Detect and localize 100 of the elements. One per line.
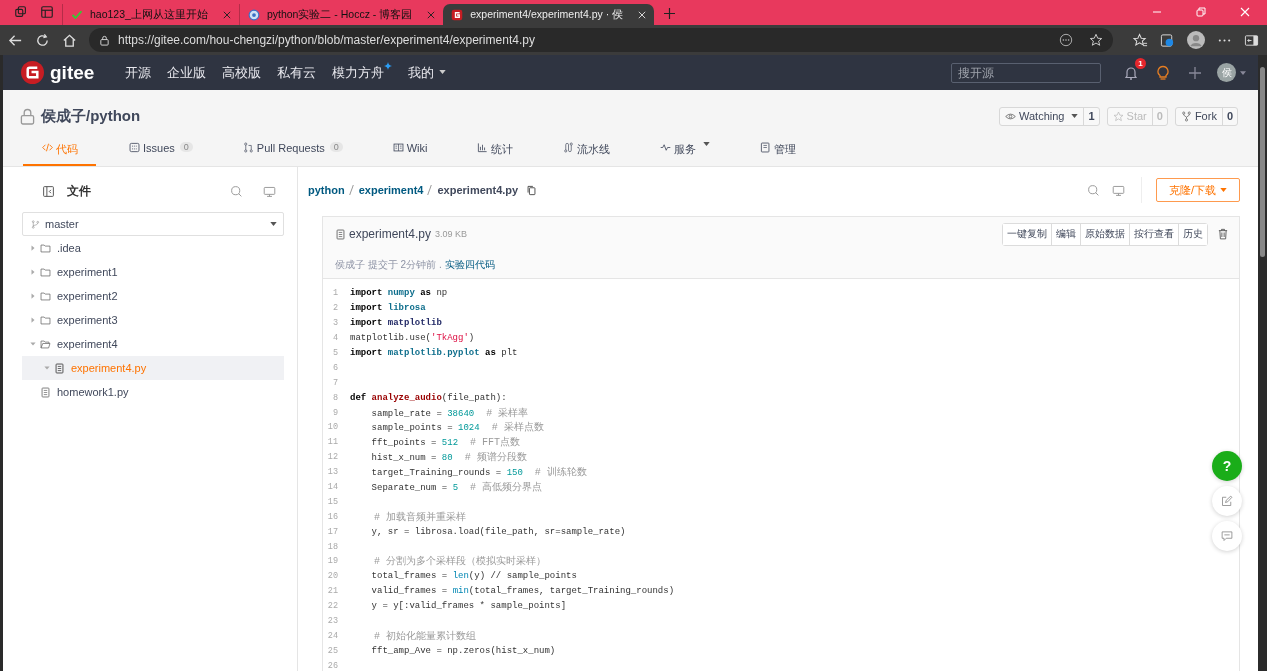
commit-message-link[interactable]: 实验四代码 (444, 258, 495, 272)
file-name: experiment4.py (349, 227, 432, 241)
breadcrumb-link[interactable]: python (308, 184, 345, 196)
nav-link[interactable]: 我的 (408, 63, 447, 82)
favorites-icon[interactable] (1133, 32, 1148, 48)
nav-link[interactable]: 模力方舟 (332, 63, 393, 82)
branch-select[interactable]: master (22, 212, 284, 236)
notification-badge: 1 (1135, 57, 1146, 69)
code-line: hist_x_num = 80 # 频谱分段数 (370, 450, 527, 465)
repo-action-button[interactable]: Watching 1 (999, 106, 1100, 126)
nav-link[interactable]: 企业版 (167, 63, 207, 82)
repo-action-button[interactable]: Fork 0 (1174, 106, 1238, 126)
line-number: 14 (326, 482, 338, 492)
caret-icon (30, 269, 36, 275)
more-icon[interactable] (1059, 33, 1073, 47)
copy-icon[interactable] (526, 184, 538, 196)
trash-icon[interactable] (1217, 228, 1229, 240)
browser-icon[interactable] (1160, 32, 1175, 48)
code-line: def analyze_audio(file_path): (350, 392, 507, 403)
sparkle-icon (384, 61, 393, 70)
search-field[interactable]: 搜开源 (951, 62, 1101, 83)
file-tree-item[interactable]: experiment4 (22, 332, 284, 356)
line-number: 12 (326, 452, 338, 463)
issues-icon (129, 142, 140, 153)
line-number: 20 (326, 571, 338, 582)
file-tree-item[interactable]: experiment2 (22, 284, 284, 308)
line-number: 2 (331, 303, 338, 314)
line-number: 6 (331, 362, 338, 373)
panel-title: 文件 (67, 182, 91, 200)
scrollbar[interactable] (1258, 55, 1267, 671)
code-line: # 初始化能量累计数组 (373, 629, 476, 643)
line-number: 21 (326, 586, 338, 597)
folder-icon (40, 266, 51, 278)
repo-tab[interactable]: Wiki (374, 142, 445, 166)
monitor-icon[interactable] (1111, 183, 1125, 197)
code-line: fft_points = 512 # FFT点数 (370, 435, 521, 450)
search-icon[interactable] (1086, 183, 1100, 197)
repo-title[interactable]: 侯成子/python (41, 106, 141, 126)
workspaces-icon[interactable] (14, 5, 28, 19)
collapse-panel-icon[interactable] (42, 184, 55, 198)
nav-link[interactable]: 私有云 (277, 63, 317, 82)
file-tree-item[interactable]: .idea (22, 236, 284, 260)
fork-icon (1180, 110, 1192, 122)
profile-avatar-icon[interactable] (1187, 31, 1205, 49)
search-icon[interactable] (230, 184, 243, 198)
repo-tab[interactable]: 服务 (642, 142, 728, 166)
file-tree-item[interactable]: experiment3 (22, 308, 284, 332)
pull-request-icon (242, 142, 254, 153)
line-number: 7 (331, 377, 338, 388)
file-tree-item[interactable]: experiment1 (22, 260, 284, 284)
file-action-button[interactable]: 历史 (1178, 223, 1207, 245)
document-icon (760, 142, 772, 153)
logo-icon[interactable] (21, 61, 44, 84)
bell-icon[interactable] (1123, 64, 1139, 81)
sidebar-icon[interactable] (1244, 32, 1259, 48)
nav-link[interactable]: 高校版 (222, 63, 262, 82)
brand-name[interactable]: gitee (50, 61, 95, 84)
code-line: # 分割为多个采样段（模拟实时采样） (373, 554, 546, 569)
nav-link[interactable]: 开源 (125, 63, 152, 82)
star-icon[interactable] (1089, 33, 1103, 47)
line-number: 3 (331, 318, 338, 329)
caret-icon (30, 245, 36, 251)
close-icon[interactable] (222, 10, 231, 19)
home-icon[interactable] (62, 32, 77, 48)
breadcrumb-link[interactable]: experiment4 (358, 184, 424, 196)
browser-tab[interactable]: experiment4/experiment4.py · 侯 (443, 4, 655, 25)
repo-tab[interactable]: Issues 0 (111, 142, 210, 166)
address-field[interactable]: https://gitee.com/hou-chengzi/python/blob/master/experiment4/experiment4.py (89, 28, 1113, 52)
line-number: 5 (331, 348, 338, 358)
repo-tab[interactable]: 流水线 (545, 142, 628, 166)
tab-actions-icon[interactable] (40, 5, 54, 19)
refresh-icon[interactable] (35, 32, 50, 48)
folder-icon (40, 290, 51, 302)
repo-tab[interactable]: Pull Requests 0 (224, 142, 360, 166)
line-number: 15 (326, 496, 338, 507)
eye-icon (1005, 110, 1016, 122)
line-number: 4 (331, 333, 338, 344)
file-icon (40, 386, 51, 398)
code-line: sample_points = 1024 # 采样点数 (370, 420, 544, 435)
line-number: 1 (331, 288, 338, 299)
restore-icon[interactable] (1196, 7, 1206, 17)
code-line: import librosa (350, 303, 426, 314)
pipeline-icon (563, 142, 575, 153)
code-line: y, sr = librosa.load(file_path, sr=sample_rate) (370, 526, 626, 537)
code-line: y = y[:valid_frames * sample_points] (370, 601, 567, 612)
monitor-icon[interactable] (263, 184, 276, 198)
new-tab-icon[interactable] (664, 8, 676, 19)
repo-tab[interactable]: 统计 (459, 142, 531, 166)
lightbulb-icon[interactable] (1155, 64, 1171, 81)
close-icon[interactable] (427, 10, 436, 19)
file-tree-item[interactable]: homework1.py (22, 380, 284, 404)
line-number: 24 (326, 630, 338, 641)
code-line: matplotlib.use('TkAgg') (350, 333, 475, 344)
repo-tab[interactable]: 管理 (742, 142, 814, 166)
code-line: # 加载音频并重采样 (373, 510, 466, 524)
branch-icon (31, 219, 40, 229)
globe-icon (247, 8, 260, 21)
code-icon (42, 142, 53, 153)
caret-icon[interactable] (1240, 70, 1246, 75)
plus-icon[interactable] (1187, 64, 1203, 81)
